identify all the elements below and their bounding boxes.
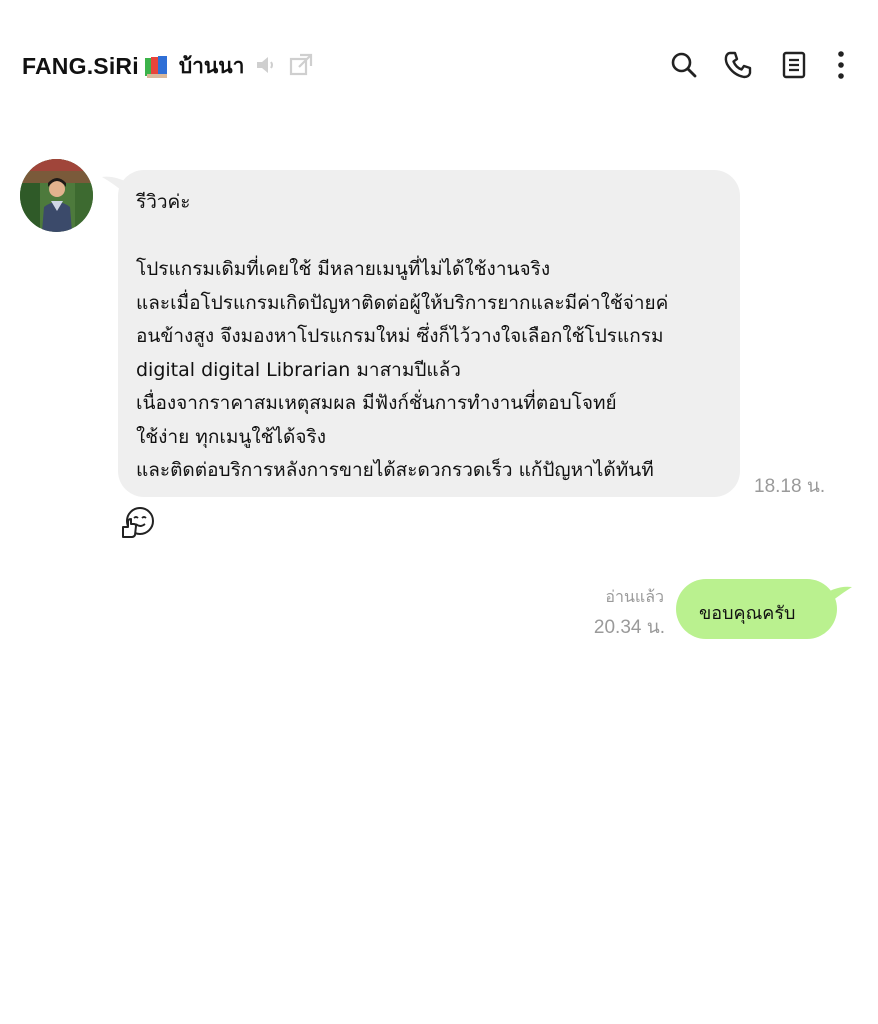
- message-line: และติดต่อบริการหลังการขายได้สะดวกรวดเร็ว…: [136, 459, 654, 481]
- message-timestamp: 20.34 น.: [593, 617, 665, 638]
- message-timestamp: 18.18 น.: [754, 476, 826, 497]
- message-line: รีวิวค่ะ: [136, 191, 191, 213]
- phone-icon[interactable]: [721, 48, 755, 82]
- message-line: และเมื่อโปรแกรมเกิดปัญหาติดต่อผู้ให้บริก…: [136, 291, 669, 314]
- popout-icon[interactable]: [288, 52, 314, 82]
- message-line: ใช้ง่าย ทุกเมนูใช้ได้จริง: [136, 425, 327, 448]
- message-text: ขอบคุณครับ: [699, 603, 796, 624]
- outgoing-message-bubble[interactable]: ขอบคุณครับ: [676, 579, 852, 639]
- more-vertical-icon[interactable]: [824, 48, 858, 82]
- chat-header: FANG.SiRi บ้านนา: [0, 0, 878, 130]
- read-receipt: อ่านแล้ว: [605, 587, 664, 606]
- message-line: [136, 220, 740, 254]
- message-line: digital digital Librarian มาสามปีแล้ว: [136, 358, 461, 381]
- incoming-message-bubble[interactable]: รีวิวค่ะ โปรแกรมเดิมที่เคยใช้ มีหลายเมนู…: [102, 170, 740, 497]
- search-icon[interactable]: [667, 48, 701, 82]
- chat-name: FANG.SiRi: [22, 53, 139, 79]
- group-label: บ้านนา: [178, 54, 245, 78]
- speaker-muted-icon[interactable]: [254, 53, 278, 81]
- notes-icon[interactable]: [777, 48, 811, 82]
- books-emoji-icon: [143, 54, 171, 80]
- avatar[interactable]: [20, 159, 93, 232]
- message-line: อนข้างสูง จึงมองหาโปรแกรมใหม่ ซึ่งก็ไว้ว…: [136, 325, 664, 347]
- message-line: เนื่องจากราคาสมเหตุสมผล มีฟังก์ชั่นการทำ…: [136, 392, 617, 414]
- message-line: โปรแกรมเดิมที่เคยใช้ มีหลายเมนูที่ไม่ได้…: [136, 258, 551, 280]
- thumbs-up-face-icon[interactable]: [121, 505, 157, 539]
- chat-title[interactable]: FANG.SiRi บ้านนา: [22, 50, 314, 83]
